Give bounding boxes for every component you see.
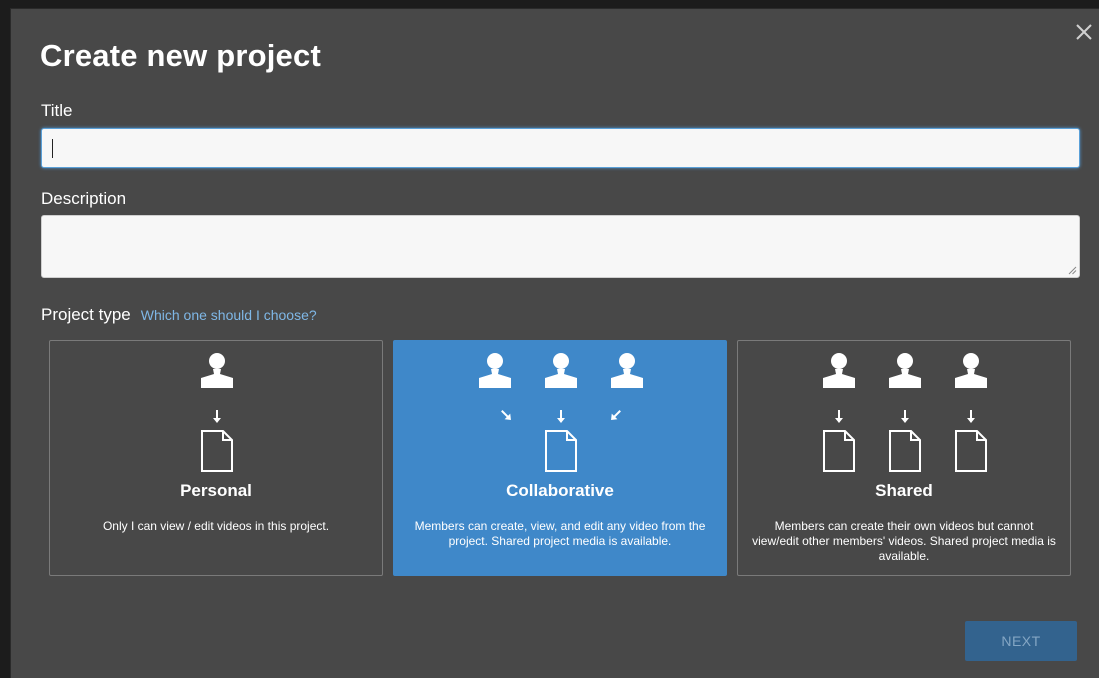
card-title: Personal	[180, 481, 252, 500]
project-type-row: Project type Which one should I choose?	[41, 305, 317, 325]
users-to-own-documents-icon	[823, 353, 987, 472]
card-description: Members can create, view, and edit any v…	[414, 519, 706, 548]
dialog-title: Create new project	[40, 38, 321, 73]
project-type-label: Project type	[41, 305, 131, 324]
users-to-one-document-icon	[479, 353, 643, 472]
card-title: Shared	[875, 481, 933, 500]
next-button[interactable]: NEXT	[965, 621, 1077, 661]
card-description: Members can create their own videos but …	[752, 519, 1056, 563]
title-input[interactable]	[41, 128, 1080, 168]
project-type-card-shared[interactable]: Shared Members can create their own vide…	[737, 340, 1071, 576]
card-title: Collaborative	[506, 481, 614, 500]
title-label: Title	[41, 101, 73, 120]
project-type-help-link[interactable]: Which one should I choose?	[141, 307, 317, 323]
resize-grip-icon[interactable]	[1068, 266, 1077, 275]
project-type-card-personal[interactable]: Personal Only I can view / edit videos i…	[49, 340, 383, 576]
description-textarea[interactable]	[41, 215, 1080, 278]
create-project-dialog: Create new project Title Description Pro…	[10, 8, 1099, 678]
card-description: Only I can view / edit videos in this pr…	[102, 519, 330, 533]
single-user-to-document-icon	[201, 353, 233, 472]
description-label: Description	[41, 189, 127, 208]
close-icon[interactable]	[1071, 19, 1097, 45]
project-type-card-collaborative[interactable]: Collaborative Members can create, view, …	[393, 340, 727, 576]
text-caret	[52, 139, 53, 158]
